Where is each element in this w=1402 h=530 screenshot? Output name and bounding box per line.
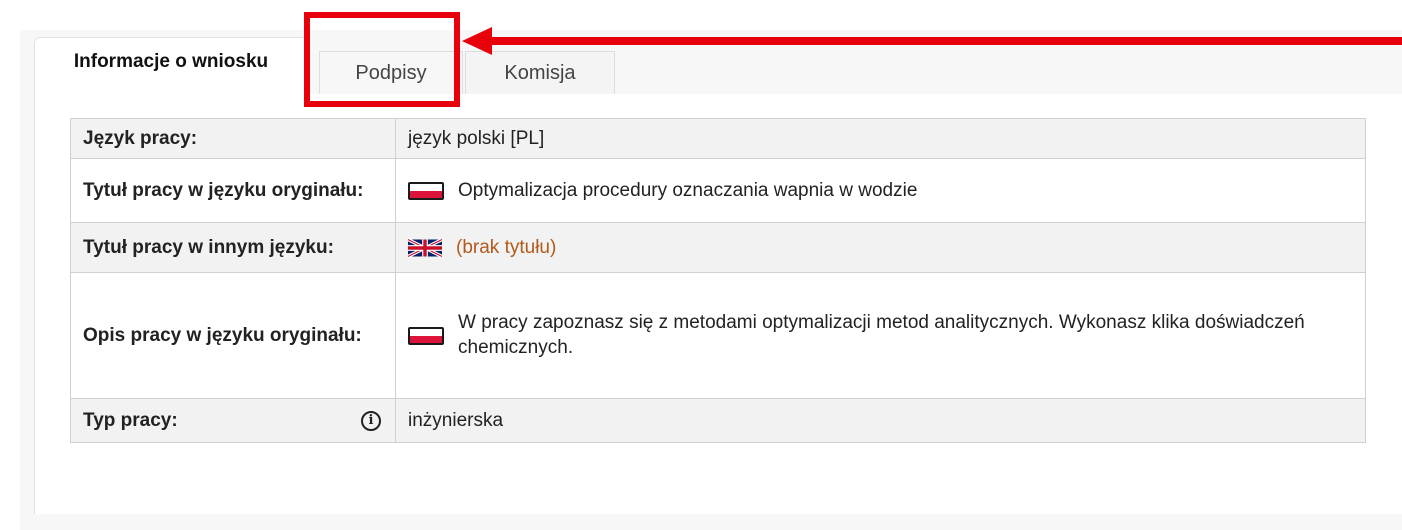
details-table: Język pracy: język polski [PL] Tytuł pra… bbox=[70, 118, 1366, 443]
row-value: Optymalizacja procedury oznaczania wapni… bbox=[395, 158, 1366, 223]
table-row: Tytuł pracy w innym języku: (brak tytułu… bbox=[70, 222, 1366, 273]
table-row: Język pracy: język polski [PL] bbox=[70, 118, 1366, 159]
row-label: Typ pracy: i bbox=[70, 398, 396, 443]
row-label: Tytuł pracy w języku oryginału: bbox=[70, 158, 396, 223]
uk-flag-icon bbox=[408, 237, 442, 258]
pl-flag-icon bbox=[408, 326, 444, 345]
tab-informacje-o-wniosku[interactable]: Informacje o wniosku bbox=[34, 37, 308, 95]
description-text: W pracy zapoznasz się z metodami optymal… bbox=[458, 311, 1305, 358]
row-label-text: Typ pracy: bbox=[83, 409, 178, 431]
row-value: (brak tytułu) bbox=[395, 222, 1366, 273]
row-value: W pracy zapoznasz się z metodami optymal… bbox=[395, 272, 1366, 399]
pl-flag-icon bbox=[408, 181, 444, 200]
info-icon[interactable]: i bbox=[361, 410, 381, 431]
row-value: język polski [PL] bbox=[395, 118, 1366, 159]
row-label: Tytuł pracy w innym języku: bbox=[70, 222, 396, 273]
title-other-language-text: (brak tytułu) bbox=[456, 236, 557, 258]
table-row: Tytuł pracy w języku oryginału: Optymali… bbox=[70, 158, 1366, 223]
tab-komisja[interactable]: Komisja bbox=[465, 51, 615, 95]
row-label: Język pracy: bbox=[70, 118, 396, 159]
table-row: Opis pracy w języku oryginału: W pracy z… bbox=[70, 272, 1366, 399]
row-value: inżynierska bbox=[395, 398, 1366, 443]
row-label: Opis pracy w języku oryginału: bbox=[70, 272, 396, 399]
title-original-text: Optymalizacja procedury oznaczania wapni… bbox=[458, 179, 918, 201]
tab-bar: Informacje o wniosku Podpisy Komisja bbox=[34, 37, 1402, 95]
tab-podpisy[interactable]: Podpisy bbox=[319, 51, 463, 95]
table-row: Typ pracy: i inżynierska bbox=[70, 398, 1366, 443]
annotation-arrow-line bbox=[488, 37, 1402, 45]
